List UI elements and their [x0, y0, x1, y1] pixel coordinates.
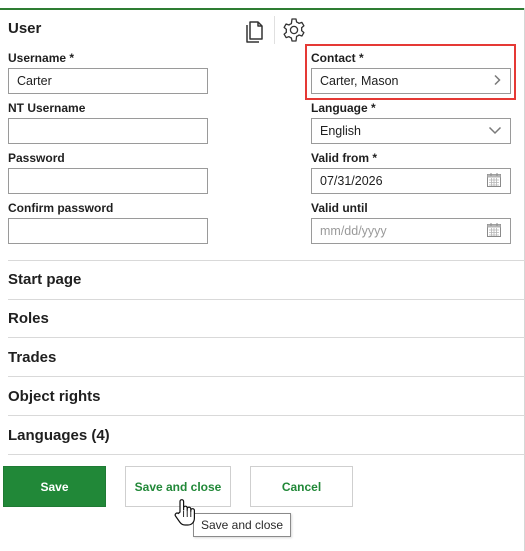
- valid-from-input[interactable]: 07/31/2026: [311, 168, 511, 194]
- password-label: Password: [8, 151, 65, 165]
- valid-from-label: Valid from *: [311, 151, 378, 165]
- confirm-password-input[interactable]: [8, 218, 208, 244]
- save-and-close-tooltip: Save and close: [193, 513, 292, 537]
- section-object-rights[interactable]: Object rights: [8, 388, 101, 405]
- language-select[interactable]: English: [311, 118, 511, 144]
- nt-username-input[interactable]: [8, 118, 208, 144]
- gear-icon[interactable]: [281, 17, 305, 43]
- section-divider: [8, 376, 525, 377]
- section-languages[interactable]: Languages (4): [8, 427, 110, 444]
- top-accent-rule: [0, 8, 525, 10]
- calendar-icon[interactable]: [486, 172, 502, 191]
- section-roles[interactable]: Roles: [8, 310, 49, 327]
- valid-until-placeholder: mm/dd/yyyy: [320, 224, 387, 238]
- contact-highlight-frame: [305, 44, 516, 100]
- toolbar-separator: [274, 16, 275, 44]
- calendar-icon[interactable]: [486, 222, 502, 241]
- save-button[interactable]: Save: [3, 466, 106, 507]
- section-start-page[interactable]: Start page: [8, 271, 81, 288]
- section-divider: [8, 299, 525, 300]
- confirm-password-label: Confirm password: [8, 201, 114, 215]
- user-section-title: User: [8, 20, 42, 37]
- language-value: English: [320, 124, 361, 138]
- nt-username-label: NT Username: [8, 101, 86, 115]
- section-divider: [8, 260, 525, 261]
- valid-until-input[interactable]: mm/dd/yyyy: [311, 218, 511, 244]
- section-divider: [8, 337, 525, 338]
- chevron-down-icon: [488, 124, 502, 138]
- hand-pointer-icon: [172, 498, 198, 528]
- language-label: Language *: [311, 101, 376, 115]
- cancel-button[interactable]: Cancel: [250, 466, 353, 507]
- username-input[interactable]: Carter: [8, 68, 208, 94]
- section-divider: [8, 415, 525, 416]
- username-label: Username *: [8, 51, 75, 65]
- valid-from-value: 07/31/2026: [320, 174, 383, 188]
- valid-until-label: Valid until: [311, 201, 368, 215]
- copy-icon[interactable]: [243, 17, 267, 43]
- section-trades[interactable]: Trades: [8, 349, 56, 366]
- password-input[interactable]: [8, 168, 208, 194]
- section-divider: [8, 454, 525, 455]
- username-value: Carter: [17, 74, 52, 88]
